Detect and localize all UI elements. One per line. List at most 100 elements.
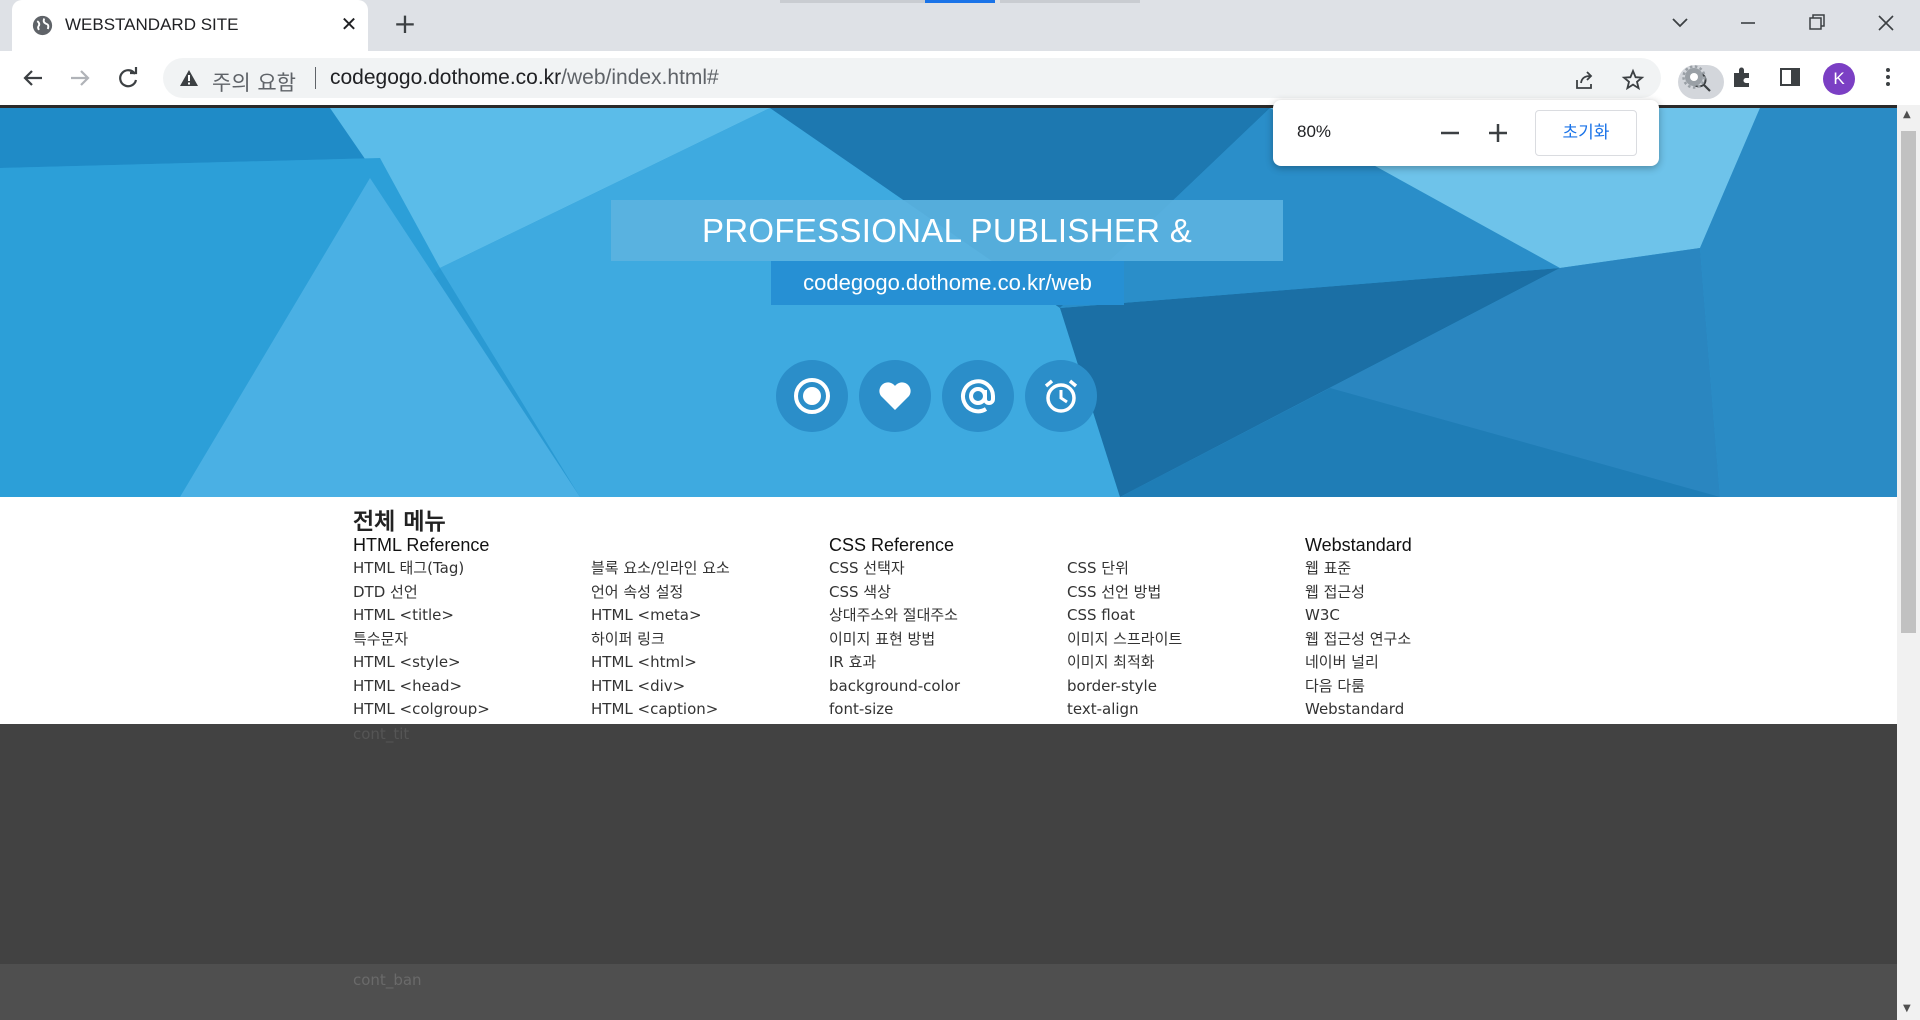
content-title-label: cont_tit: [353, 725, 410, 743]
content-title-area: cont_tit: [0, 724, 1897, 964]
menu-link[interactable]: CSS 색상: [829, 581, 1065, 605]
content-banner-label: cont_ban: [353, 971, 422, 989]
menu-link[interactable]: Webstandard: [1305, 698, 1541, 722]
menu-link-list: CSS 선택자 CSS 색상 상대주소와 절대주소 이미지 표현 방법 IR 효과 bac…: [829, 557, 1065, 722]
menu-link-list: HTML 태그(Tag) DTD 선언 HTML <title> 특수문자 HTML <…: [353, 557, 589, 722]
share-icon[interactable]: [1573, 68, 1597, 92]
alarm-button[interactable]: [1025, 360, 1097, 432]
menu-link[interactable]: 웹 표준: [1305, 557, 1541, 581]
heart-button[interactable]: [859, 360, 931, 432]
browser-toolbar: 주의 요함 codegogo.dothome.co.kr/web/index.h…: [0, 51, 1920, 105]
menu-link[interactable]: 언어 속성 설정: [591, 581, 827, 605]
back-arrow-icon[interactable]: [18, 63, 48, 93]
heart-icon: [879, 382, 911, 410]
scroll-down-arrow-icon[interactable]: ▼: [1903, 1003, 1911, 1014]
warning-icon[interactable]: [179, 69, 199, 87]
more-menu-icon[interactable]: [1875, 64, 1901, 90]
url-path: /web/index.html#: [561, 66, 719, 89]
menu-link[interactable]: 네이버 널리: [1305, 651, 1541, 675]
menu-link[interactable]: 특수문자: [353, 628, 589, 652]
record-icon: [794, 378, 830, 414]
menu-link[interactable]: 웹 접근성: [1305, 581, 1541, 605]
menu-link[interactable]: font-size: [829, 698, 1065, 722]
menu-link[interactable]: 상대주소와 절대주소: [829, 604, 1065, 628]
email-button[interactable]: [942, 360, 1014, 432]
menu-column-heading: CSS Reference: [829, 535, 955, 555]
menu-link[interactable]: 이미지 표현 방법: [829, 628, 1065, 652]
menu-link-list: CSS 단위 CSS 선언 방법 CSS float 이미지 스프라이트 이미지 최적화…: [1067, 557, 1303, 722]
reload-icon[interactable]: [113, 63, 143, 93]
tab-hint: [780, 0, 940, 3]
zoom-plus-icon[interactable]: [1484, 119, 1512, 147]
menu-column-heading: [591, 533, 827, 557]
menu-link[interactable]: CSS 단위: [1067, 557, 1303, 581]
globe-icon: [32, 15, 53, 36]
record-button[interactable]: [776, 360, 848, 432]
menu-link[interactable]: 이미지 스프라이트: [1067, 628, 1303, 652]
menu-link[interactable]: HTML <div>: [591, 675, 827, 699]
extension-gear-icon[interactable]: [1681, 64, 1707, 90]
restore-icon[interactable]: [1796, 8, 1836, 38]
forward-arrow-icon[interactable]: [65, 63, 95, 93]
menu-link[interactable]: 하이퍼 링크: [591, 628, 827, 652]
menu-link[interactable]: HTML <colgroup>: [353, 698, 589, 722]
menu-link[interactable]: HTML <meta>: [591, 604, 827, 628]
menu-column: 블록 요소/인라인 요소 언어 속성 설정 HTML <meta> 하이퍼 링크 HTM…: [591, 533, 827, 722]
minimize-icon[interactable]: [1728, 8, 1768, 38]
url-text[interactable]: codegogo.dothome.co.kr/web/index.html#: [330, 66, 719, 90]
security-label[interactable]: 주의 요함: [212, 67, 296, 97]
bookmark-star-icon[interactable]: [1621, 68, 1645, 92]
menu-link[interactable]: HTML <html>: [591, 651, 827, 675]
menu-link[interactable]: CSS 선택자: [829, 557, 1065, 581]
address-bar[interactable]: 주의 요함 codegogo.dothome.co.kr/web/index.h…: [163, 58, 1724, 99]
scroll-up-arrow-icon[interactable]: ▲: [1903, 109, 1911, 120]
zoom-popup: 80% 초기화: [1273, 100, 1659, 166]
menu-title: 전체 메뉴: [353, 509, 446, 535]
menu-column: HTML Reference HTML 태그(Tag) DTD 선언 HTML <ti…: [353, 533, 589, 722]
menu-link[interactable]: CSS float: [1067, 604, 1303, 628]
page-scrollbar[interactable]: ▲ ▼: [1897, 105, 1920, 1020]
content-banner-area: cont_ban: [0, 964, 1897, 1020]
menu-link[interactable]: HTML <style>: [353, 651, 589, 675]
menu-link[interactable]: 웹 접근성 연구소: [1305, 628, 1541, 652]
menu-column: CSS 단위 CSS 선언 방법 CSS float 이미지 스프라이트 이미지 최적화…: [1067, 533, 1303, 722]
menu-link[interactable]: HTML <title>: [353, 604, 589, 628]
extensions-puzzle-icon[interactable]: [1729, 64, 1755, 90]
menu-link[interactable]: IR 효과: [829, 651, 1065, 675]
browser-tab[interactable]: WEBSTANDARD SITE ✕: [12, 0, 368, 51]
page-viewport: PROFESSIONAL PUBLISHER & DESIGNER codego…: [0, 105, 1897, 1020]
new-tab-button[interactable]: +: [390, 10, 420, 40]
menu-link[interactable]: HTML <head>: [353, 675, 589, 699]
menu-link[interactable]: HTML 태그(Tag): [353, 557, 589, 581]
menu-link[interactable]: background-color: [829, 675, 1065, 699]
menu-link[interactable]: 다음 다룸: [1305, 675, 1541, 699]
menu-link-list: 블록 요소/인라인 요소 언어 속성 설정 HTML <meta> 하이퍼 링크 HTM…: [591, 557, 827, 722]
menu-link[interactable]: CSS 선언 방법: [1067, 581, 1303, 605]
divider: [315, 67, 316, 89]
tab-search-icon[interactable]: [1660, 8, 1700, 38]
close-window-icon[interactable]: [1866, 8, 1906, 38]
menu-column-heading: HTML Reference: [353, 535, 490, 555]
menu-link[interactable]: text-align: [1067, 698, 1303, 722]
site-menu: 전체 메뉴 HTML Reference HTML 태그(Tag) DTD 선언 HT…: [0, 497, 1897, 724]
menu-link[interactable]: W3C: [1305, 604, 1541, 628]
tab-title: WEBSTANDARD SITE: [65, 15, 239, 34]
scroll-thumb[interactable]: [1901, 131, 1916, 633]
profile-avatar[interactable]: K: [1823, 63, 1855, 95]
menu-link[interactable]: DTD 선언: [353, 581, 589, 605]
menu-link[interactable]: HTML <caption>: [591, 698, 827, 722]
tab-close-icon[interactable]: ✕: [338, 13, 360, 35]
tab-hint-active: [925, 0, 995, 3]
tab-strip: WEBSTANDARD SITE ✕ +: [0, 0, 1920, 51]
menu-link[interactable]: border-style: [1067, 675, 1303, 699]
url-host: codegogo.dothome.co.kr: [330, 66, 562, 89]
hero-subtitle: codegogo.dothome.co.kr/web: [771, 261, 1124, 305]
zoom-reset-button[interactable]: 초기화: [1535, 110, 1637, 156]
menu-link[interactable]: 블록 요소/인라인 요소: [591, 557, 827, 581]
menu-column-heading: Webstandard: [1305, 535, 1412, 555]
menu-column: Webstandard 웹 표준 웹 접근성 W3C 웹 접근성 연구소 네이버 널리 다음…: [1305, 533, 1541, 722]
side-panel-icon[interactable]: [1777, 64, 1803, 90]
menu-link[interactable]: 이미지 최적화: [1067, 651, 1303, 675]
zoom-minus-icon[interactable]: [1436, 119, 1464, 147]
hero-title: PROFESSIONAL PUBLISHER & DESIGNER: [611, 200, 1283, 310]
